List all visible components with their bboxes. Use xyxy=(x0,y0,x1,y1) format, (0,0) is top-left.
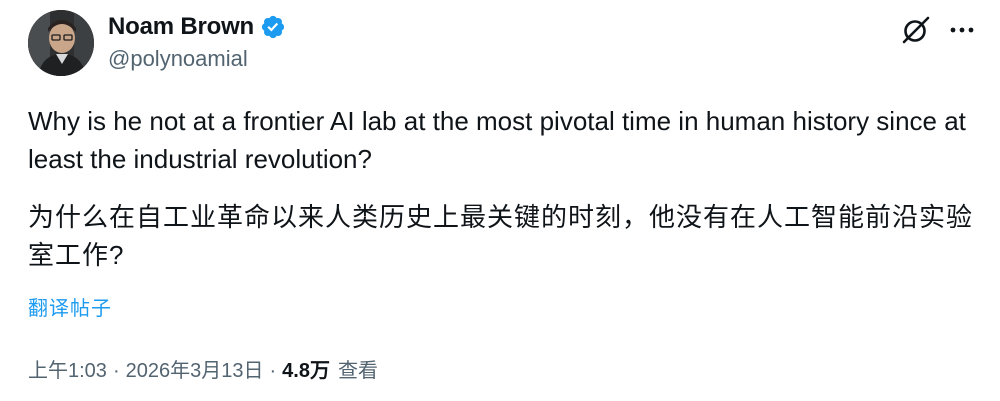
author-name-row: Noam Brown xyxy=(108,12,286,42)
views-label: 查看 xyxy=(337,360,378,382)
tweet-date[interactable]: 2026年3月13日 xyxy=(126,354,264,383)
views-count: 4.8万 xyxy=(282,360,330,382)
tweet-time[interactable]: 上午1:03 xyxy=(28,354,107,383)
translate-post-link[interactable]: 翻译帖子 xyxy=(28,292,112,321)
more-options-icon xyxy=(950,27,974,33)
tweet-text-chinese: 为什么在自工业革命以来人类历史上最关键的时刻，他没有在人工智能前沿实验室工作? xyxy=(28,202,974,270)
more-options-button[interactable] xyxy=(944,12,980,48)
verified-badge-icon xyxy=(261,15,285,39)
tweet-text-english: Why is he not at a frontier AI lab at th… xyxy=(28,106,966,174)
author-handle[interactable]: @polynoamial xyxy=(108,46,248,72)
tweet-card: Noam Brown @polynoamial Why is he not at… xyxy=(0,0,1000,401)
tweet-meta: 上午1:03 · 2026年3月13日 · 4.8万 查看 xyxy=(28,354,378,383)
grok-icon xyxy=(902,16,930,44)
grok-button[interactable] xyxy=(896,10,936,50)
avatar[interactable] xyxy=(28,10,94,76)
meta-separator: · xyxy=(112,360,120,382)
meta-separator: · xyxy=(269,360,277,382)
author-display-name[interactable]: Noam Brown xyxy=(108,13,254,41)
